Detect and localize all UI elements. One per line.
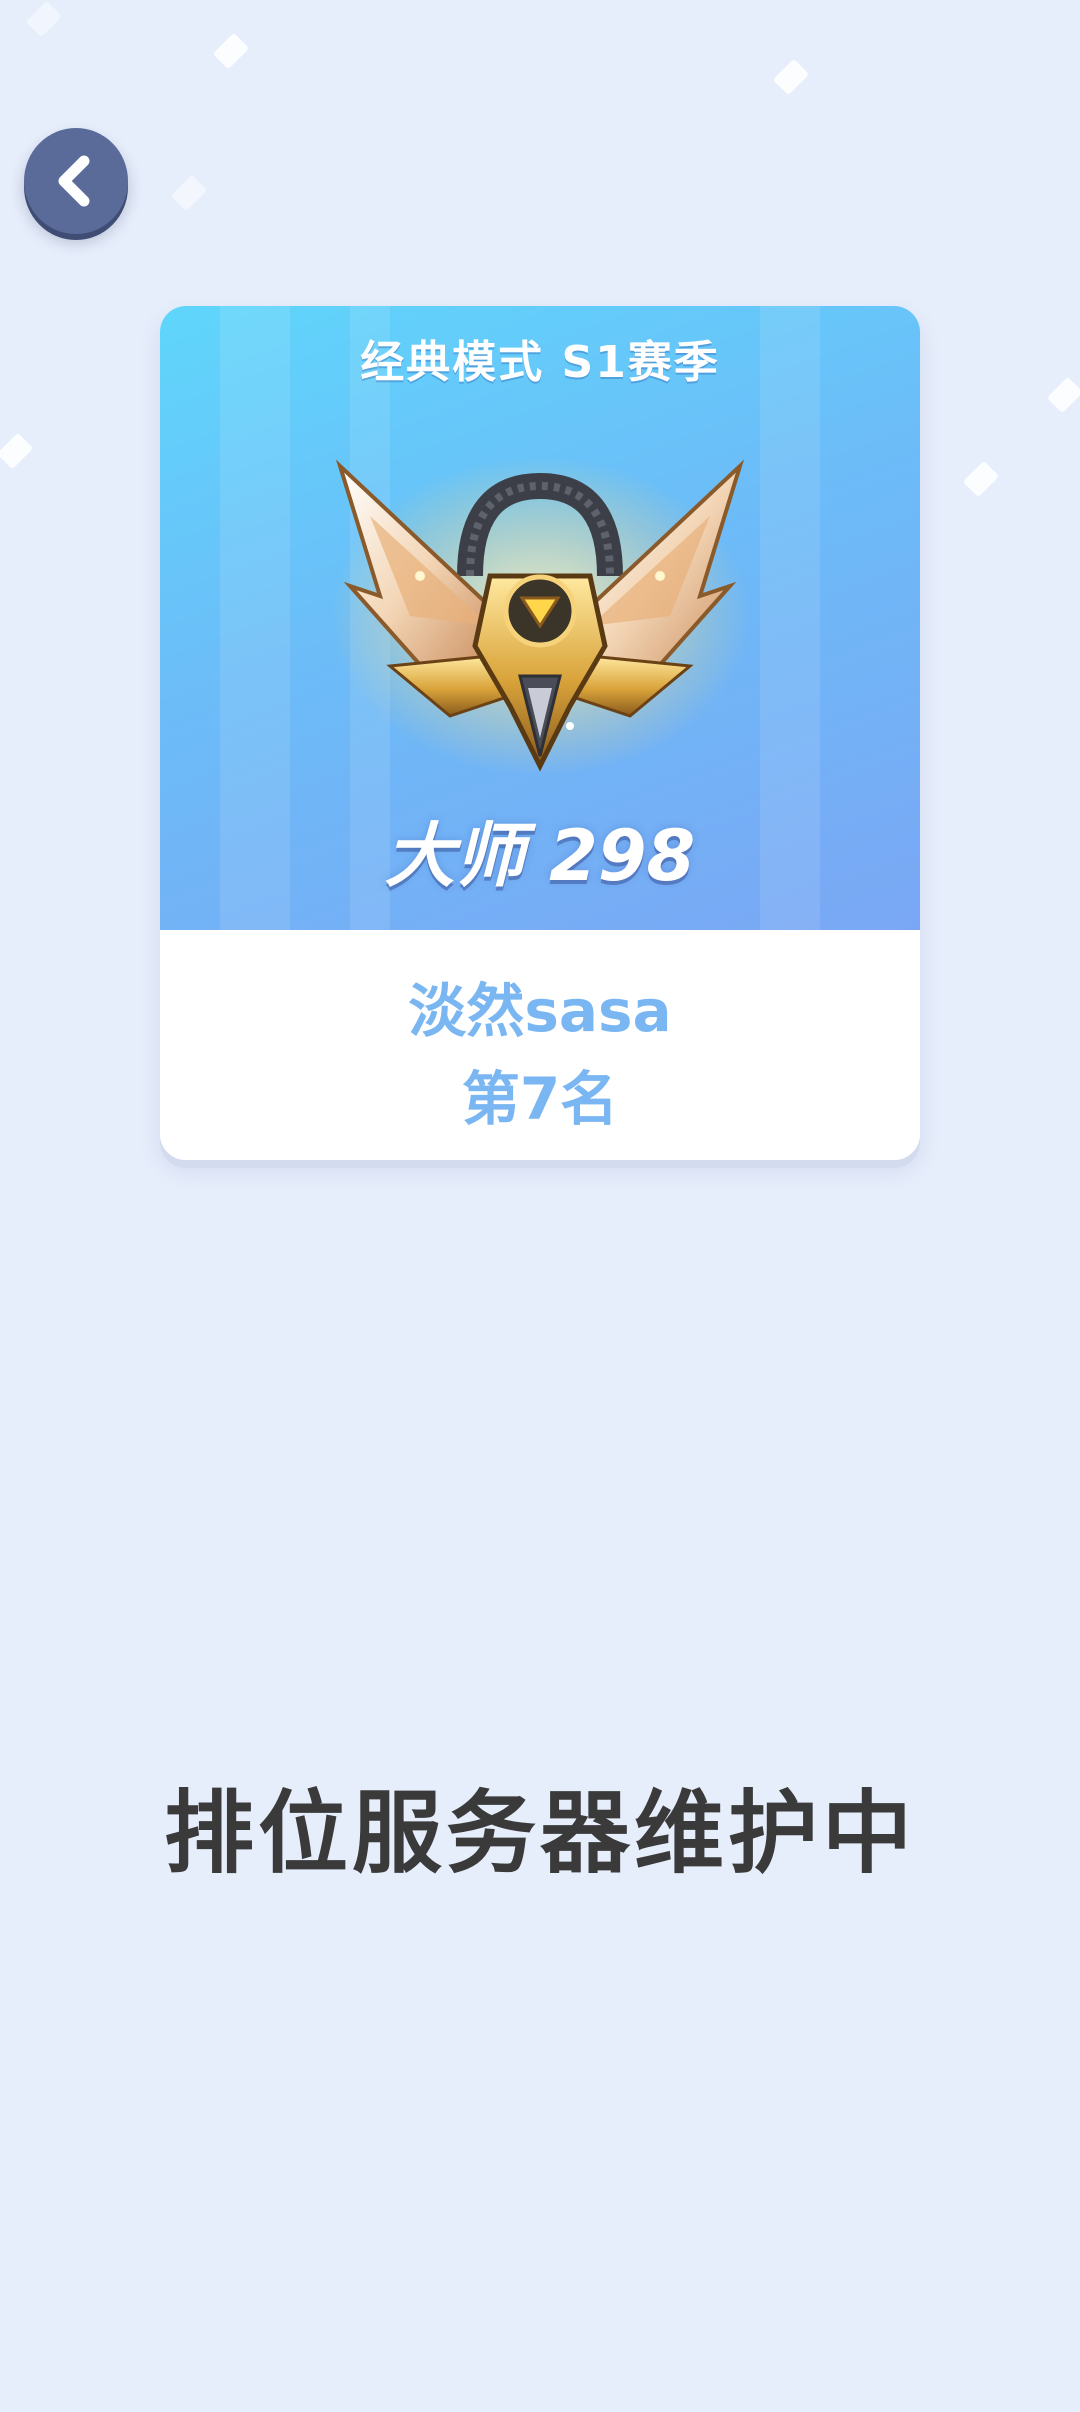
sparkle-decoration <box>170 174 208 212</box>
rank-card[interactable]: 经典模式 S1赛季 大师 298 淡然sasa 第7名 <box>160 306 920 1160</box>
season-title: 经典模式 S1赛季 <box>360 337 720 388</box>
back-button[interactable] <box>24 128 128 234</box>
rank-card-footer: 淡然sasa 第7名 <box>160 930 920 1160</box>
sparkle-decoration <box>962 460 1000 498</box>
sparkle-decoration <box>212 32 250 70</box>
rank-card-header: 经典模式 S1赛季 大师 298 <box>160 306 920 930</box>
sparkle-decoration <box>772 58 810 96</box>
sparkle-decoration <box>1046 376 1080 414</box>
master-rank-emblem-icon <box>330 456 750 776</box>
maintenance-notice: 排位服务器维护中 <box>164 1781 916 1886</box>
player-ranking: 第7名 <box>461 1065 619 1133</box>
ranked-screen: 经典模式 S1赛季 大师 298 淡然sasa 第7名 排位服务器维护中 <box>0 0 1080 2412</box>
rank-level-text: 大师 298 <box>384 815 696 897</box>
sparkle-decoration <box>0 432 34 470</box>
chevron-left-icon <box>58 155 90 207</box>
sparkle-decoration <box>25 0 63 38</box>
player-name: 淡然sasa <box>408 977 672 1045</box>
